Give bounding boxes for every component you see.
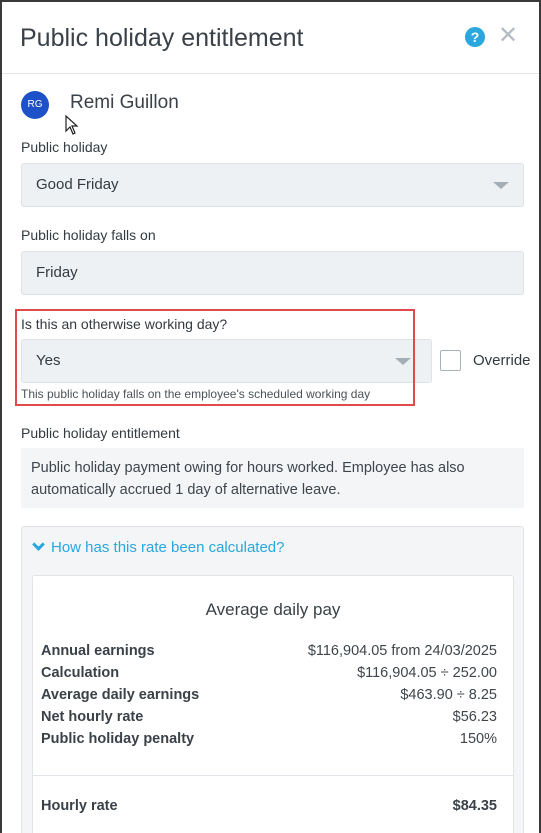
calc-row-value: $116,904.05 from 24/03/2025 xyxy=(307,643,497,659)
calc-row-value: $463.90 ÷ 8.25 xyxy=(400,687,497,703)
calc-row-value: 150% xyxy=(459,731,497,747)
calc-row: Net hourly rate $56.23 xyxy=(41,709,497,731)
calc-row-label: Net hourly rate xyxy=(41,709,144,725)
calc-row-label: Calculation xyxy=(41,665,120,681)
entitlement-dialog: Public holiday entitlement ? ✕ RG Remi G… xyxy=(0,0,541,833)
chevron-down-icon xyxy=(32,538,45,551)
falls-on-label: Public holiday falls on xyxy=(21,227,156,243)
calc-row-label: Annual earnings xyxy=(41,643,155,659)
close-icon[interactable]: ✕ xyxy=(498,24,518,48)
help-icon[interactable]: ? xyxy=(465,27,485,47)
calc-row-label: Public holiday penalty xyxy=(41,731,195,747)
entitlement-label: Public holiday entitlement xyxy=(21,425,180,441)
calc-row-value: $56.23 xyxy=(452,709,497,725)
hourly-rate-label: Hourly rate xyxy=(41,798,118,814)
public-holiday-value: Good Friday xyxy=(36,176,119,193)
public-holiday-label: Public holiday xyxy=(21,139,108,155)
calc-row: Calculation $116,904.05 ÷ 252.00 xyxy=(41,665,497,687)
calc-row-value: $116,904.05 ÷ 252.00 xyxy=(357,665,497,681)
calc-row: Annual earnings $116,904.05 from 24/03/2… xyxy=(41,643,497,665)
employee-name: Remi Guillon xyxy=(70,92,179,113)
calculation-title: Average daily pay xyxy=(205,600,341,619)
override-checkbox[interactable] xyxy=(440,350,461,371)
chevron-down-icon xyxy=(493,182,509,189)
avatar: RG xyxy=(21,91,49,119)
calculation-panel: How has this rate been calculated? Avera… xyxy=(21,526,524,833)
calc-row: Average daily earnings $463.90 ÷ 8.25 xyxy=(41,687,497,709)
calculation-card: Average daily pay Annual earnings $116,9… xyxy=(32,575,514,833)
calculation-toggle[interactable]: How has this rate been calculated? xyxy=(32,538,285,556)
calc-row: Public holiday penalty 150% xyxy=(41,731,497,753)
dialog-title: Public holiday entitlement xyxy=(20,24,304,52)
divider xyxy=(33,775,513,776)
dialog-header: Public holiday entitlement ? ✕ xyxy=(2,2,539,74)
falls-on-value: Friday xyxy=(36,264,78,281)
hourly-rate-value: $84.35 xyxy=(452,798,497,814)
highlight-box xyxy=(15,309,415,406)
public-holiday-select[interactable]: Good Friday xyxy=(21,163,524,207)
entitlement-info: Public holiday payment owing for hours w… xyxy=(21,448,524,508)
calculation-toggle-label: How has this rate been calculated? xyxy=(51,539,285,556)
override-label: Override xyxy=(473,352,531,369)
mouse-cursor-icon xyxy=(65,115,79,135)
hourly-rate-row: Hourly rate $84.35 xyxy=(41,798,497,820)
calc-row-label: Average daily earnings xyxy=(41,687,200,703)
falls-on-field: Friday xyxy=(21,251,524,295)
